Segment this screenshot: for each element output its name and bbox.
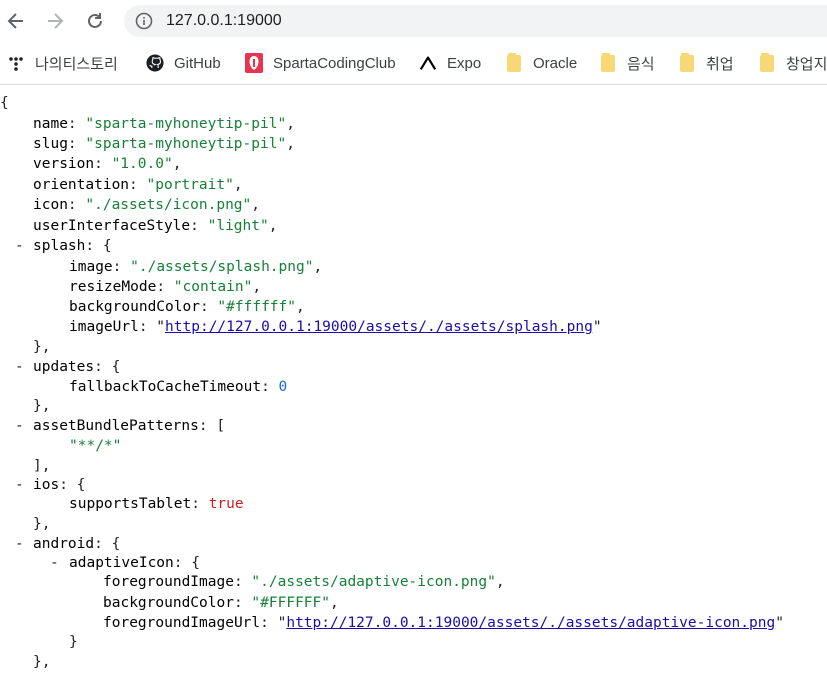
bookmark-label: 음식 xyxy=(627,55,655,73)
collapse-toggle-android[interactable]: - xyxy=(15,534,24,554)
json-row-version: version: "1.0.0", xyxy=(33,156,182,172)
collapse-toggle-ios[interactable]: - xyxy=(15,475,24,495)
back-button[interactable] xyxy=(3,8,29,34)
arrow-right-icon xyxy=(48,13,64,29)
bookmark-label: 취업 xyxy=(706,55,734,73)
bookmark-label: 창업지 xyxy=(786,55,827,73)
json-row-splash-imageurl: imageUrl: "http://127.0.0.1:19000/assets… xyxy=(69,319,602,335)
expo-icon xyxy=(419,54,437,72)
bookmark-label: SpartaCodingClub xyxy=(273,54,396,72)
json-row-splash-backgroundcolor: backgroundColor: "#ffffff", xyxy=(69,299,305,315)
collapse-toggle-updates[interactable]: - xyxy=(15,357,24,377)
bookmark-label: Oracle xyxy=(533,54,578,72)
folder-icon xyxy=(505,52,523,72)
browser-toolbar: 127.0.0.1:19000 xyxy=(0,0,827,42)
json-open-brace: { xyxy=(0,95,9,111)
json-row-ios: ios: { xyxy=(33,477,86,493)
folder-icon xyxy=(678,52,696,72)
json-row-name: name: "sparta-myhoneytip-pil", xyxy=(33,116,295,132)
forward-button[interactable] xyxy=(42,8,68,34)
bookmark-expo[interactable]: Expo xyxy=(419,52,481,74)
bookmark-job[interactable]: 취업 xyxy=(678,52,734,74)
url-text: 127.0.0.1:19000 xyxy=(166,12,282,29)
json-row-supportstablet: supportsTablet: true xyxy=(69,496,244,512)
json-row-updates: updates: { xyxy=(33,359,121,375)
json-row-orientation: orientation: "portrait", xyxy=(33,177,243,193)
collapse-toggle-splash[interactable]: - xyxy=(15,236,24,256)
json-row-splash: splash: { xyxy=(33,238,112,254)
json-row-foregroundimageurl: foregroundImageUrl: "http://127.0.0.1:19… xyxy=(103,615,784,631)
adaptive-icon-url-link[interactable]: http://127.0.0.1:19000/assets/./assets/a… xyxy=(286,615,775,631)
json-row-assetbundlepatterns: assetBundlePatterns: [ xyxy=(33,418,226,434)
reload-icon xyxy=(88,13,102,28)
json-row-icon: icon: "./assets/icon.png", xyxy=(33,197,260,213)
arrow-left-icon xyxy=(7,13,23,29)
collapse-toggle-assetbundlepatterns[interactable]: - xyxy=(15,416,24,436)
json-close-updates: }, xyxy=(33,398,51,414)
sparta-icon xyxy=(245,53,263,73)
bookmark-label: Expo xyxy=(447,54,482,72)
splash-image-url-link[interactable]: http://127.0.0.1:19000/assets/./assets/s… xyxy=(165,319,593,335)
json-row-splash-resizemode: resizeMode: "contain", xyxy=(69,279,262,295)
json-row-slug: slug: "sparta-myhoneytip-pil", xyxy=(33,136,295,152)
json-close-assetbundlepatterns: ], xyxy=(33,458,51,474)
json-row-fallbacktocachetimeout: fallbackToCacheTimeout: 0 xyxy=(69,379,288,395)
bookmark-startup[interactable]: 창업지 xyxy=(758,52,827,74)
bookmark-oracle[interactable]: Oracle xyxy=(505,52,577,74)
bookmark-sparta[interactable]: SpartaCodingClub xyxy=(245,52,396,74)
json-close-adaptiveicon: } xyxy=(69,634,78,650)
collapse-toggle-adaptiveicon[interactable]: - xyxy=(50,553,59,573)
bookmark-label: GitHub xyxy=(174,54,221,72)
bookmarks-bar: 나의티스토리 GitHub SpartaCodingClub Expo Orac… xyxy=(0,42,827,85)
json-close-android: }, xyxy=(33,654,51,670)
json-row-userinterfacestyle: userInterfaceStyle: "light", xyxy=(33,218,278,234)
info-icon[interactable] xyxy=(135,12,153,30)
address-bar[interactable]: 127.0.0.1:19000 xyxy=(124,5,827,37)
json-row-foregroundimage: foregroundImage: "./assets/adaptive-icon… xyxy=(103,574,505,590)
json-row-android: android: { xyxy=(33,536,121,552)
json-viewer: { name: "sparta-myhoneytip-pil", slug: "… xyxy=(0,84,827,675)
bookmark-tistory[interactable]: 나의티스토리 xyxy=(7,52,118,74)
json-close-ios: }, xyxy=(33,516,51,532)
bookmark-food[interactable]: 음식 xyxy=(599,52,655,74)
json-row-splash-image: image: "./assets/splash.png", xyxy=(69,259,323,275)
github-icon xyxy=(146,54,164,72)
tistory-icon xyxy=(7,54,25,72)
json-row-assetbundlepatterns-item: "**/*" xyxy=(69,438,122,454)
bookmark-github[interactable]: GitHub xyxy=(146,52,221,74)
bookmark-label: 나의티스토리 xyxy=(35,55,118,73)
folder-icon xyxy=(599,52,617,72)
json-row-adaptive-backgroundcolor: backgroundColor: "#FFFFFF", xyxy=(103,595,339,611)
json-row-adaptiveicon: adaptiveIcon: { xyxy=(69,555,200,571)
json-close-splash: }, xyxy=(33,339,51,355)
reload-button[interactable] xyxy=(82,8,108,34)
folder-icon xyxy=(758,52,776,72)
